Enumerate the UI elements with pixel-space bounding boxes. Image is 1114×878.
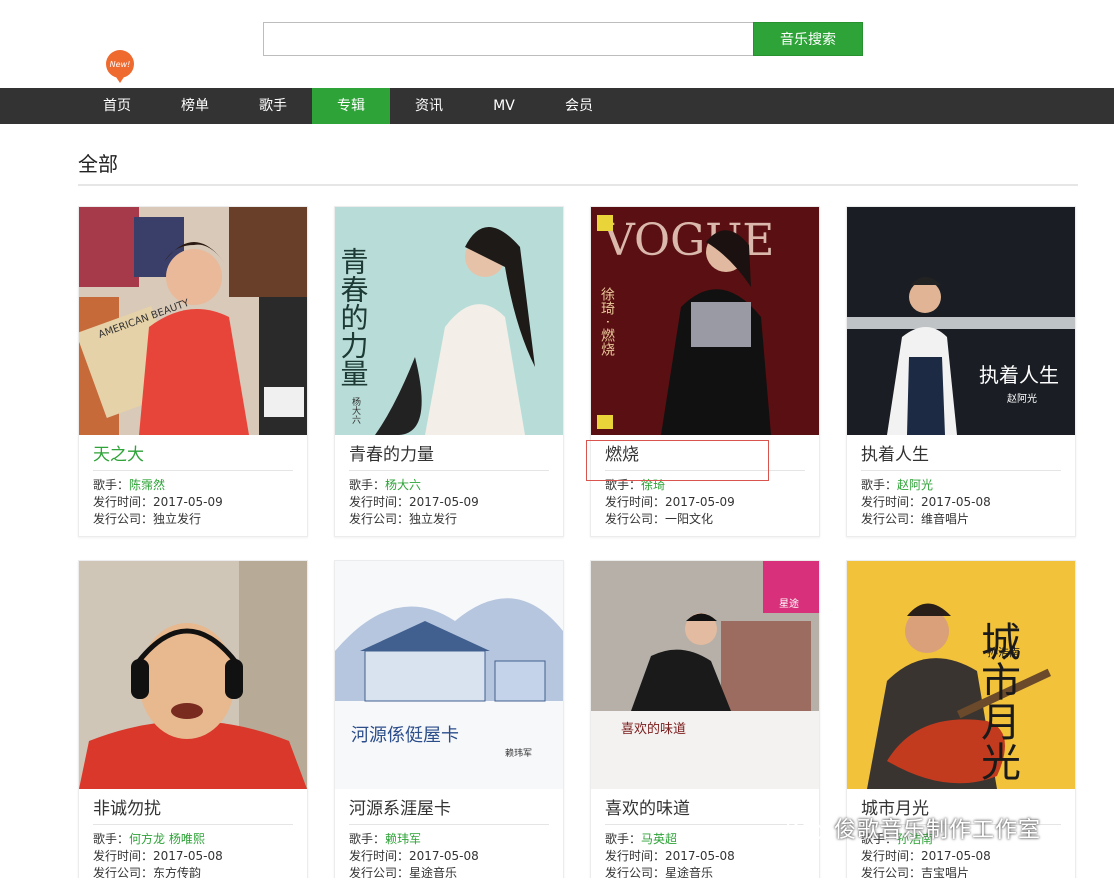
singer-link[interactable]: 赵阿光 bbox=[897, 478, 933, 492]
album-singer: 歌手：马英超 bbox=[605, 832, 678, 846]
album-cover[interactable] bbox=[79, 561, 307, 789]
album-company: 发行公司：星途音乐 bbox=[349, 866, 458, 878]
album-company: 发行公司：星途音乐 bbox=[605, 866, 714, 878]
album-title[interactable]: 非诚勿扰 bbox=[93, 797, 293, 825]
cover-text: 城市月光 bbox=[974, 621, 1020, 781]
album-release-date: 发行时间：2017-05-09 bbox=[349, 495, 479, 509]
album-singer: 歌手：杨大六 bbox=[349, 478, 422, 492]
cover-text: 喜欢的味道 bbox=[621, 721, 686, 737]
cover-text: 河源係侹屋卡 bbox=[351, 725, 459, 746]
nav-item-charts[interactable]: 榜单 bbox=[156, 88, 234, 124]
album-singer: 歌手：陈霈然 bbox=[93, 478, 166, 492]
album-company: 发行公司：独立发行 bbox=[349, 512, 458, 526]
album-title[interactable]: 河源系涯屋卡 bbox=[349, 797, 549, 825]
album-singer: 歌手：赵阿光 bbox=[861, 478, 934, 492]
album-release-date: 发行时间：2017-05-08 bbox=[93, 849, 223, 863]
album-title[interactable]: 喜欢的味道 bbox=[605, 797, 805, 825]
album-card: VOGUE 徐琦 · 燃烧 燃烧 歌手：徐琦 发行时间：2017-05-09 发… bbox=[590, 206, 820, 537]
site-header: 音乐搜索 New! bbox=[0, 0, 1114, 88]
album-title[interactable]: 天之大 bbox=[93, 443, 293, 471]
search-button[interactable]: 音乐搜索 bbox=[753, 22, 863, 56]
page-title: 全部 bbox=[78, 152, 118, 176]
cover-text: 青春的力量 bbox=[337, 247, 370, 387]
cover-text: 徐琦 · 燃烧 bbox=[599, 287, 615, 358]
divider bbox=[78, 184, 1078, 186]
album-cover[interactable]: 星途 喜欢的味道 bbox=[591, 561, 819, 789]
album-cover[interactable]: VOGUE 徐琦 · 燃烧 bbox=[591, 207, 819, 435]
album-release-date: 发行时间：2017-05-09 bbox=[605, 495, 735, 509]
album-release-date: 发行时间：2017-05-09 bbox=[93, 495, 223, 509]
album-release-date: 发行时间：2017-05-08 bbox=[349, 849, 479, 863]
singer-link[interactable]: 赖玮军 bbox=[385, 832, 421, 846]
album-singer: 歌手：何方龙 杨唯熙 bbox=[93, 832, 205, 846]
singer-link[interactable]: 杨大六 bbox=[385, 478, 421, 492]
main-nav: 首页 榜单 歌手 专辑 资讯 MV 会员 bbox=[0, 88, 1114, 124]
watermark-text: 俊歌音乐制作工作室 bbox=[834, 818, 1042, 843]
album-company: 发行公司：一阳文化 bbox=[605, 512, 714, 526]
nav-item-mv[interactable]: MV bbox=[468, 88, 540, 124]
cover-text: 杨大六 bbox=[350, 396, 361, 425]
new-badge: New! bbox=[106, 50, 134, 83]
album-title[interactable]: 青春的力量 bbox=[349, 443, 549, 471]
cover-text: 赖玮军 bbox=[505, 747, 532, 759]
album-company: 发行公司：东方传韵 bbox=[93, 866, 202, 878]
nav-item-albums[interactable]: 专辑 bbox=[312, 88, 390, 124]
highlight-annotation-box bbox=[586, 440, 769, 481]
album-title[interactable]: 执着人生 bbox=[861, 443, 1061, 471]
nav-item-home[interactable]: 首页 bbox=[78, 88, 156, 124]
album-cover[interactable]: 执着人生 赵阿光 bbox=[847, 207, 1075, 435]
singer-link[interactable]: 马英超 bbox=[641, 832, 677, 846]
album-company: 发行公司：维音唱片 bbox=[861, 512, 970, 526]
album-company: 发行公司：吉宝唱片 bbox=[861, 866, 970, 878]
cover-badge: 星途 bbox=[779, 597, 799, 610]
album-company: 发行公司：独立发行 bbox=[93, 512, 202, 526]
album-card: 非诚勿扰 歌手：何方龙 杨唯熙 发行时间：2017-05-08 发行公司：东方传… bbox=[78, 560, 308, 878]
album-card: 执着人生 赵阿光 执着人生 歌手：赵阿光 发行时间：2017-05-08 发行公… bbox=[846, 206, 1076, 537]
singer-link[interactable]: 何方龙 杨唯熙 bbox=[129, 832, 205, 846]
album-cover[interactable]: 城市月光 孙浩南 bbox=[847, 561, 1075, 789]
album-release-date: 发行时间：2017-05-08 bbox=[861, 849, 991, 863]
album-card: AMERICAN BEAUTY 天之大 歌手：陈霈然 发行时间：2017-05-… bbox=[78, 206, 308, 537]
album-singer: 歌手：赖玮军 bbox=[349, 832, 422, 846]
album-cover[interactable]: 河源係侹屋卡 赖玮军 bbox=[335, 561, 563, 789]
album-cover[interactable]: 青春的力量 杨大六 bbox=[335, 207, 563, 435]
album-release-date: 发行时间：2017-05-08 bbox=[861, 495, 991, 509]
wechat-icon bbox=[787, 815, 824, 841]
album-card: 青春的力量 杨大六 青春的力量 歌手：杨大六 发行时间：2017-05-09 发… bbox=[334, 206, 564, 537]
singer-link[interactable]: 陈霈然 bbox=[129, 478, 165, 492]
nav-item-vip[interactable]: 会员 bbox=[540, 88, 618, 124]
watermark: 俊歌音乐制作工作室 bbox=[786, 812, 1041, 844]
album-card: 河源係侹屋卡 赖玮军 河源系涯屋卡 歌手：赖玮军 发行时间：2017-05-08… bbox=[334, 560, 564, 878]
nav-item-news[interactable]: 资讯 bbox=[390, 88, 468, 124]
cover-text: 赵阿光 bbox=[1007, 392, 1037, 405]
nav-item-singers[interactable]: 歌手 bbox=[234, 88, 312, 124]
cover-text: 孙浩南 bbox=[987, 646, 1020, 659]
cover-text: 执着人生 bbox=[979, 363, 1059, 387]
search-input[interactable] bbox=[263, 22, 754, 56]
album-cover[interactable]: AMERICAN BEAUTY bbox=[79, 207, 307, 435]
album-release-date: 发行时间：2017-05-08 bbox=[605, 849, 735, 863]
